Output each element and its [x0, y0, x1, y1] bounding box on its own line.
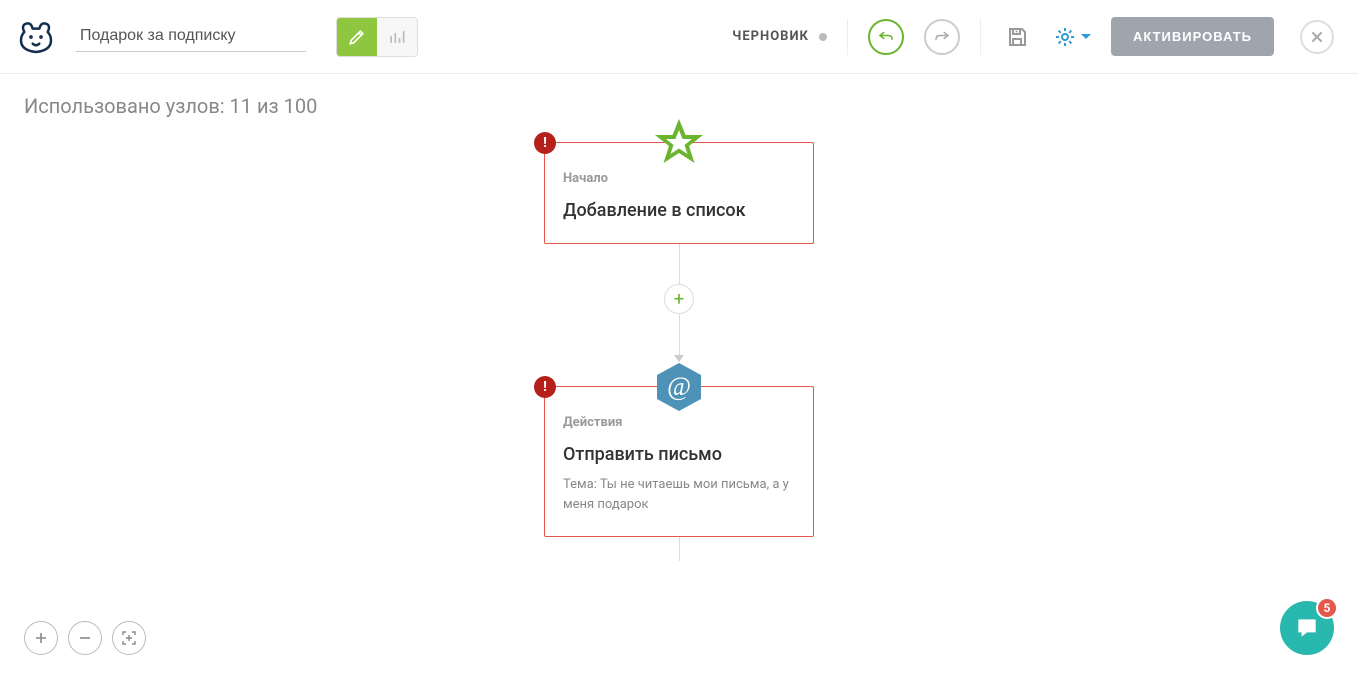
- zoom-controls: [24, 621, 146, 655]
- chat-icon: [1294, 615, 1320, 641]
- node-title: Отправить письмо: [563, 444, 795, 465]
- flow-title-input[interactable]: [76, 21, 306, 52]
- save-button[interactable]: [1001, 21, 1033, 53]
- app-logo: [16, 17, 56, 57]
- close-icon: [1310, 30, 1324, 44]
- nodes-used-label: Использовано узлов: 11 из 100: [24, 94, 317, 118]
- connector: [679, 537, 680, 561]
- node-subtitle: Тема: Ты не читаешь мои письма, а у меня…: [563, 475, 795, 514]
- node-title: Добавление в список: [563, 200, 795, 221]
- gear-icon: [1053, 25, 1077, 49]
- close-button[interactable]: [1300, 20, 1334, 54]
- activate-button[interactable]: АКТИВИРОВАТЬ: [1111, 17, 1274, 56]
- node-action[interactable]: ! @ Действия Отправить письмо Тема: Ты н…: [544, 386, 814, 537]
- node-start[interactable]: ! Начало Добавление в список: [544, 142, 814, 244]
- mode-toggle: [336, 17, 418, 57]
- error-badge: !: [534, 132, 556, 154]
- chevron-down-icon: [1081, 34, 1091, 39]
- node-section-label: Начало: [563, 171, 795, 186]
- minus-icon: [78, 631, 92, 645]
- plus-icon: [34, 631, 48, 645]
- canvas[interactable]: Использовано узлов: 11 из 100 ! Начало Д…: [0, 74, 1358, 673]
- chat-badge: 5: [1316, 597, 1338, 619]
- topbar: ЧЕРНОВИК АКТИВИРОВАТЬ: [0, 0, 1358, 74]
- flow: ! Начало Добавление в список + ! @ Дей: [544, 142, 814, 561]
- chat-widget[interactable]: 5: [1280, 601, 1334, 655]
- mode-edit-button[interactable]: [337, 18, 377, 56]
- divider: [847, 19, 848, 55]
- add-node-button[interactable]: +: [664, 284, 694, 314]
- svg-text:@: @: [667, 372, 691, 401]
- status-dot-icon: [819, 33, 827, 41]
- connector: [679, 314, 680, 362]
- mode-stats-button[interactable]: [377, 18, 417, 56]
- undo-button[interactable]: [868, 19, 904, 55]
- email-icon: @: [653, 361, 705, 413]
- status-label: ЧЕРНОВИК: [732, 29, 827, 44]
- fit-button[interactable]: [112, 621, 146, 655]
- star-icon: [653, 117, 705, 169]
- zoom-in-button[interactable]: [24, 621, 58, 655]
- settings-dropdown[interactable]: [1053, 25, 1091, 49]
- status-text: ЧЕРНОВИК: [732, 29, 809, 44]
- connector: [679, 244, 680, 284]
- zoom-out-button[interactable]: [68, 621, 102, 655]
- node-section-label: Действия: [563, 415, 795, 430]
- error-badge: !: [534, 376, 556, 398]
- redo-button[interactable]: [924, 19, 960, 55]
- divider: [980, 19, 981, 55]
- fit-icon: [121, 630, 137, 646]
